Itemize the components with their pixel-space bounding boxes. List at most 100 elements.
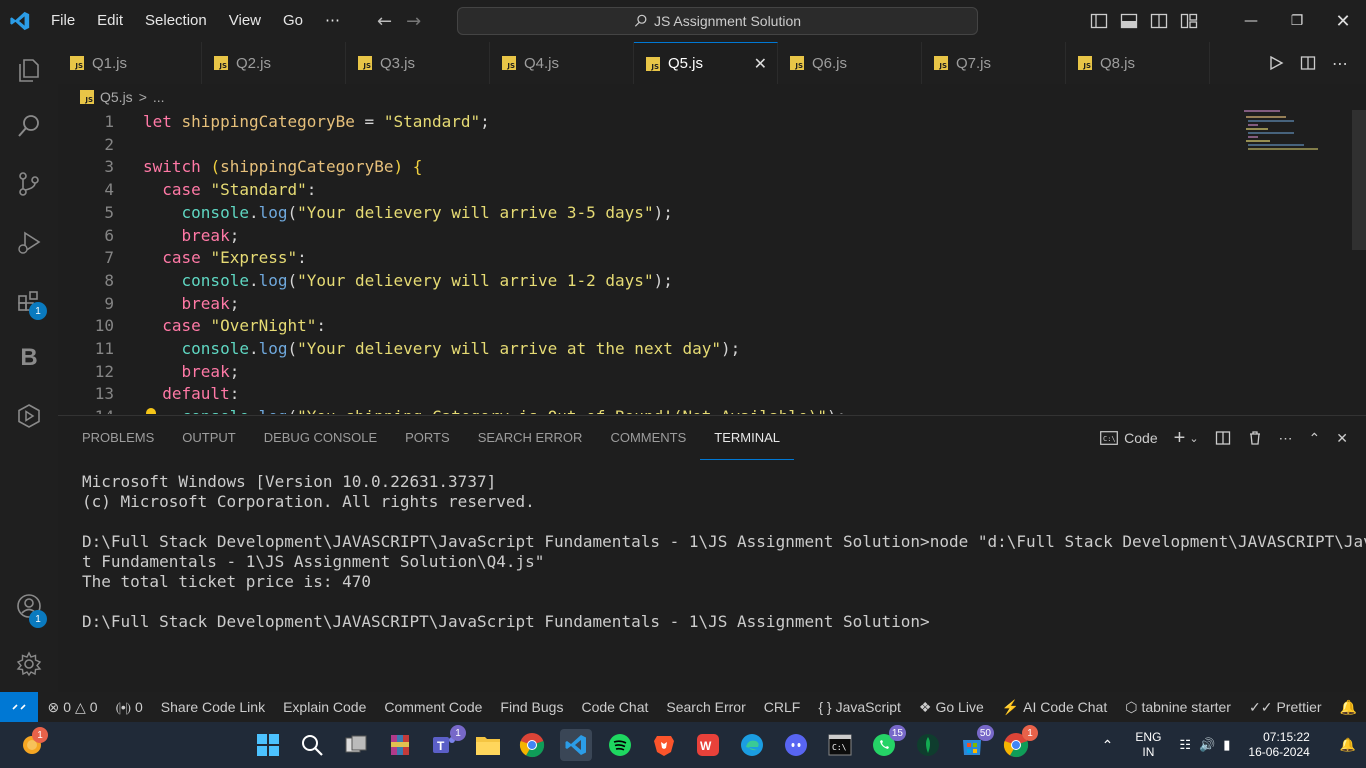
terminal-selector[interactable]: C:\ Code	[1100, 430, 1158, 446]
go-live[interactable]: ❖ Go Live	[910, 699, 993, 716]
tab-q1[interactable]: JS Q1.js	[58, 42, 202, 84]
remote-indicator-icon[interactable]	[0, 692, 39, 722]
lang-code: ENG	[1135, 730, 1162, 744]
forward-arrow-icon[interactable]: →	[406, 11, 421, 32]
minimize-button[interactable]: —	[1228, 0, 1274, 42]
chrome-icon[interactable]	[516, 729, 548, 761]
clock[interactable]: 07:15:22 16-06-2024	[1248, 730, 1309, 760]
find-bugs[interactable]: Find Bugs	[491, 699, 572, 715]
split-editor-icon[interactable]	[1300, 55, 1316, 71]
wps-office-icon[interactable]: W	[692, 729, 724, 761]
search-sidebar-icon[interactable]	[0, 102, 58, 150]
back-arrow-icon[interactable]: ←	[377, 11, 392, 32]
input-language[interactable]: ENG IN	[1135, 730, 1161, 760]
extensions-icon[interactable]: 1	[0, 278, 58, 326]
toggle-primary-sidebar-icon[interactable]	[1090, 12, 1108, 30]
editor-scrollbar[interactable]	[1352, 110, 1366, 250]
discord-icon[interactable]	[780, 729, 812, 761]
task-view-icon[interactable]	[340, 729, 372, 761]
ports-status[interactable]: ⦇•⦈ 0	[107, 699, 152, 716]
tab-q7[interactable]: JS Q7.js	[922, 42, 1066, 84]
tab-problems[interactable]: PROBLEMS	[68, 416, 168, 460]
accounts-icon[interactable]: 1	[0, 582, 58, 630]
tab-ports[interactable]: PORTS	[391, 416, 464, 460]
chrome-profile-icon[interactable]: 1	[1000, 725, 1038, 761]
tab-q8[interactable]: JS Q8.js	[1066, 42, 1210, 84]
menu-go[interactable]: Go	[272, 0, 314, 42]
customize-layout-icon[interactable]	[1180, 12, 1198, 30]
notification-bell-icon[interactable]: 🔔	[1340, 737, 1356, 753]
command-center-search[interactable]: JS Assignment Solution	[457, 7, 978, 35]
search-error[interactable]: Search Error	[657, 699, 754, 715]
chevron-down-icon[interactable]: ⌄	[1189, 432, 1198, 445]
tab-q4[interactable]: JS Q4.js	[490, 42, 634, 84]
tab-q3[interactable]: JS Q3.js	[346, 42, 490, 84]
breadcrumb-symbol[interactable]: ...	[153, 89, 165, 105]
ai-code-chat[interactable]: ⚡ AI Code Chat	[993, 699, 1117, 716]
whatsapp-icon[interactable]: 15	[868, 725, 906, 761]
close-window-button[interactable]: ✕	[1320, 0, 1366, 42]
line-number: 1	[104, 112, 114, 131]
close-tab-icon[interactable]: ✕	[754, 54, 767, 74]
teams-icon[interactable]: T 1	[428, 725, 466, 761]
prettier-status[interactable]: ✓✓ Prettier	[1240, 699, 1331, 716]
command-prompt-icon[interactable]: C:\	[824, 729, 856, 761]
tab-q5[interactable]: JS Q5.js ✕	[634, 42, 778, 84]
run-code-icon[interactable]	[1268, 55, 1284, 71]
explain-code[interactable]: Explain Code	[274, 699, 375, 715]
menu-edit[interactable]: Edit	[86, 0, 134, 42]
tab-q6[interactable]: JS Q6.js	[778, 42, 922, 84]
live-preview-icon[interactable]	[0, 392, 58, 440]
b-extension-icon[interactable]: B	[0, 334, 58, 382]
restore-button[interactable]: ❐	[1274, 0, 1320, 42]
file-explorer-icon[interactable]	[472, 729, 504, 761]
menu-file[interactable]: File	[40, 0, 86, 42]
code-editor[interactable]: 1 let shippingCategoryBe = "Standard"; 2 3 s…	[58, 110, 1366, 414]
new-terminal-icon[interactable]: +	[1174, 427, 1186, 450]
comment-code[interactable]: Comment Code	[375, 699, 491, 715]
microsoft-store-icon[interactable]: 50	[956, 725, 994, 761]
search-taskbar-icon[interactable]	[296, 729, 328, 761]
trash-icon[interactable]	[1247, 430, 1263, 446]
menu-more[interactable]: ⋯	[314, 0, 351, 42]
run-debug-icon[interactable]	[0, 218, 58, 266]
language-mode[interactable]: { } JavaScript	[809, 699, 910, 715]
source-control-icon[interactable]	[0, 160, 58, 208]
edge-icon[interactable]	[736, 729, 768, 761]
tab-debug-console[interactable]: DEBUG CONSOLE	[250, 416, 391, 460]
tab-search-error[interactable]: SEARCH ERROR	[464, 416, 597, 460]
split-terminal-icon[interactable]	[1215, 430, 1231, 446]
winrar-icon[interactable]	[384, 729, 416, 761]
tabnine-status[interactable]: ⬡ tabnine starter	[1116, 699, 1240, 716]
settings-gear-icon[interactable]	[0, 640, 58, 688]
quick-settings[interactable]: ☷ 🔊 ▮	[1179, 737, 1230, 753]
brave-icon[interactable]	[648, 729, 680, 761]
tab-output[interactable]: OUTPUT	[168, 416, 249, 460]
toggle-secondary-sidebar-icon[interactable]	[1150, 12, 1168, 30]
lightbulb-icon[interactable]	[146, 408, 156, 414]
menu-selection[interactable]: Selection	[134, 0, 218, 42]
problems-status[interactable]: ⊗ 0 △ 0	[38, 699, 106, 716]
tab-comments[interactable]: COMMENTS	[596, 416, 700, 460]
explorer-icon[interactable]	[0, 46, 58, 94]
notifications-bell-icon[interactable]: 🔔	[1331, 699, 1366, 716]
weather-widget-icon[interactable]: 1	[16, 727, 48, 761]
more-actions-icon[interactable]: ⋯	[1332, 54, 1348, 73]
line-ending[interactable]: CRLF	[755, 699, 810, 715]
spotify-icon[interactable]	[604, 729, 636, 761]
mongodb-compass-icon[interactable]	[912, 729, 944, 761]
panel-more-icon[interactable]: ⋯	[1279, 430, 1293, 447]
code-chat[interactable]: Code Chat	[572, 699, 657, 715]
close-panel-icon[interactable]: ✕	[1336, 430, 1348, 447]
toggle-panel-icon[interactable]	[1120, 12, 1138, 30]
minimap[interactable]	[1238, 110, 1366, 414]
show-hidden-icons-chevron-icon[interactable]: ⌃	[1102, 737, 1114, 754]
tab-q2[interactable]: JS Q2.js	[202, 42, 346, 84]
vscode-taskbar-icon[interactable]	[560, 729, 592, 761]
breadcrumb-file[interactable]: Q5.js	[100, 89, 133, 105]
tab-terminal[interactable]: TERMINAL	[700, 416, 795, 460]
start-button-icon[interactable]	[252, 729, 284, 761]
menu-view[interactable]: View	[218, 0, 272, 42]
maximize-panel-icon[interactable]: ⌃	[1309, 430, 1321, 447]
share-code-link[interactable]: Share Code Link	[152, 699, 274, 715]
